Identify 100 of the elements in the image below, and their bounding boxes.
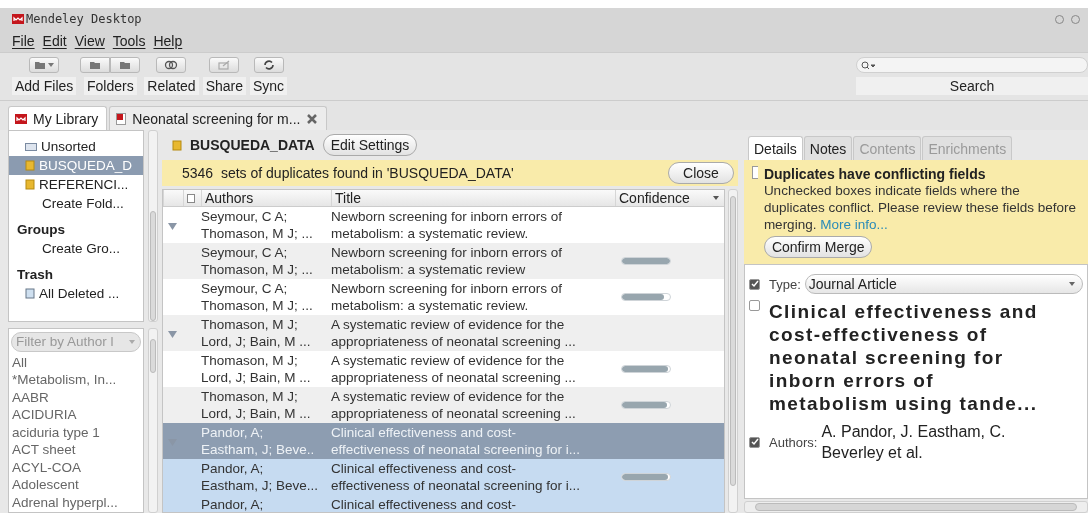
tab[interactable]: Details	[748, 136, 803, 160]
filter-item[interactable]: Adolescent	[9, 477, 143, 495]
share-icon	[217, 60, 232, 70]
table-cell-text: Clinical effectiveness and cost- effectiveness of neonatal screening for i...	[331, 424, 581, 458]
table-cell-text: A systematic review of evidence for the appropriateness of neonatal screening ...	[331, 352, 577, 386]
filter-item[interactable]: ACYL-COA	[9, 459, 143, 477]
toolbar-button[interactable]	[156, 57, 187, 73]
toolbar-button[interactable]	[29, 57, 60, 73]
column-header[interactable]: Authors	[201, 190, 331, 206]
folder-title: BUSQUEDA_DATA	[190, 137, 315, 153]
tab[interactable]: Notes	[803, 136, 853, 160]
sort-icon	[712, 195, 720, 201]
document-icon	[187, 193, 195, 203]
caret-icon	[128, 338, 136, 345]
sidebar-item[interactable]: Unsorted	[9, 137, 143, 156]
scrollbar[interactable]	[148, 328, 158, 513]
authors-value: A. Pandor, J. Eastham, C. Beverley et al.	[821, 422, 1007, 463]
menu-item[interactable]: Help	[153, 33, 183, 49]
expand-caret-icon[interactable]	[168, 330, 177, 338]
close-button[interactable]: Close	[668, 162, 734, 184]
overlapping-circles-icon	[164, 60, 179, 70]
table-cell-text: Newborn screening for inborn errors of metabolism: a systematic review.	[331, 208, 564, 242]
toolbar-button[interactable]	[80, 57, 111, 73]
folder-icon	[25, 160, 35, 171]
search-label: Search	[856, 77, 1088, 95]
confidence-bar	[621, 473, 671, 481]
checkbox[interactable]	[749, 436, 760, 448]
scrollbar[interactable]	[744, 501, 1088, 513]
filter-item[interactable]: AABR	[9, 389, 143, 407]
checkbox[interactable]	[749, 278, 760, 290]
filter-item[interactable]: All	[9, 354, 143, 372]
table-cell-text: Seymour, C A; Thomason, M J; ...	[201, 280, 314, 314]
table-cell-text: Clinical effectiveness and cost- effectiveness of neonatal screening for i...	[331, 460, 581, 494]
table-cell-text: Seymour, C A; Thomason, M J; ...	[201, 244, 314, 278]
field-label: Type:	[769, 276, 801, 292]
table-row[interactable]: Pandor, A; Eastham, J; Beve... Clinical effectiveness and cost- effectiveness of neonatal screening for i...	[163, 459, 724, 495]
notice-text: Unchecked boxes indicate fields where the duplicates conflict. Please review these fields before merging. More info...	[763, 182, 1078, 233]
filter-item[interactable]: Adrenal hyperpl...	[9, 494, 143, 512]
filter-item[interactable]: ACT sheet	[9, 442, 143, 460]
mendeley-logo-icon	[12, 14, 24, 24]
table-row[interactable]: Thomason, M J; Lord, J; Bain, M ... A systematic review of evidence for the appropriateness of neonatal screening ...	[163, 315, 724, 351]
search-icon	[861, 60, 875, 70]
trash-icon	[25, 288, 35, 299]
tab[interactable]: My Library	[8, 106, 108, 130]
expand-caret-icon[interactable]	[168, 222, 177, 230]
table-cell-text: Seymour, C A; Thomason, M J; ...	[201, 208, 314, 242]
document-title: Clinical effectiveness and cost-effectiveness of neonatal screening for inborn errors of metabolism using tande...	[769, 300, 1039, 415]
table-cell-text: Pandor, A;	[201, 496, 265, 512]
table-cell-text: Pandor, A; Eastham, J; Beve...	[201, 460, 320, 494]
notice-title: Duplicates have conflicting fields	[763, 166, 986, 182]
tray-icon	[25, 141, 37, 152]
confidence-bar	[621, 257, 671, 265]
field-label: Authors:	[769, 434, 818, 450]
filter-item[interactable]: ACIDURIA	[9, 407, 143, 425]
mendeley-logo-icon	[15, 113, 27, 124]
toolbar-label: Related	[144, 77, 199, 95]
checkbox[interactable]	[749, 300, 760, 311]
table-cell-text: Clinical effectiveness and cost-	[331, 496, 518, 512]
menu-item[interactable]: View	[74, 33, 105, 49]
pdf-icon	[116, 112, 127, 125]
confidence-bar	[621, 365, 671, 373]
caret-icon	[47, 62, 56, 68]
confidence-bar	[621, 293, 671, 301]
duplicates-message: 5346 sets of duplicates found in 'BUSQUEDA_DATA'	[182, 165, 514, 181]
folder-icon	[25, 179, 35, 190]
folder-icon	[172, 139, 182, 151]
table-cell-text: Thomason, M J; Lord, J; Bain, M ...	[201, 352, 312, 386]
toolbar-button[interactable]	[253, 57, 284, 73]
type-dropdown[interactable]: Journal Article	[804, 274, 1083, 294]
tab[interactable]: Neonatal screening for m...	[109, 106, 328, 130]
folder-icon	[118, 60, 133, 70]
close-icon[interactable]	[306, 112, 319, 125]
scrollbar[interactable]	[148, 130, 158, 322]
caret-icon	[1068, 281, 1076, 287]
edit-settings-button[interactable]: Edit Settings	[322, 134, 418, 156]
confirm-merge-button[interactable]: Confirm Merge	[763, 236, 873, 258]
column-header[interactable]: Confidence	[615, 190, 724, 206]
confidence-bar	[621, 401, 671, 409]
table-row[interactable]: Thomason, M J; Lord, J; Bain, M ... A systematic review of evidence for the appropriateness of neonatal screening ...	[163, 387, 724, 423]
toolbar-button[interactable]	[110, 57, 141, 73]
menu-item[interactable]: File	[12, 33, 35, 49]
sidebar-item[interactable]: Create Gro...	[9, 239, 143, 258]
section-heading: Groups	[16, 221, 66, 239]
table-row[interactable]: Seymour, C A; Thomason, M J; ... Newborn screening for inborn errors of metabolism: a systematic review	[163, 243, 724, 279]
sidebar-item[interactable]: REFERENCI...	[9, 175, 143, 194]
search-field[interactable]	[856, 57, 1088, 73]
table-row[interactable]: Pandor, A; Clinical effectiveness and cost-	[163, 495, 724, 512]
filter-item[interactable]: *Metabolism, In...	[9, 372, 143, 390]
menu-item[interactable]: Tools	[112, 33, 146, 49]
filter-item[interactable]: aciduria type 1	[9, 424, 143, 442]
table-cell-text: A systematic review of evidence for the appropriateness of neonatal screening ...	[331, 388, 577, 422]
sync-icon	[261, 60, 276, 70]
scrollbar[interactable]	[728, 189, 738, 513]
menu-item[interactable]: Edit	[42, 33, 67, 49]
table-cell-text: Thomason, M J; Lord, J; Bain, M ...	[201, 388, 312, 422]
sidebar-item[interactable]: Create Fold...	[9, 194, 143, 213]
sidebar-item[interactable]: All Deleted ...	[9, 284, 143, 303]
column-header[interactable]: Title	[331, 190, 615, 206]
section-heading: Trash	[16, 266, 55, 284]
table-cell-text: Thomason, M J; Lord, J; Bain, M ...	[201, 316, 312, 350]
